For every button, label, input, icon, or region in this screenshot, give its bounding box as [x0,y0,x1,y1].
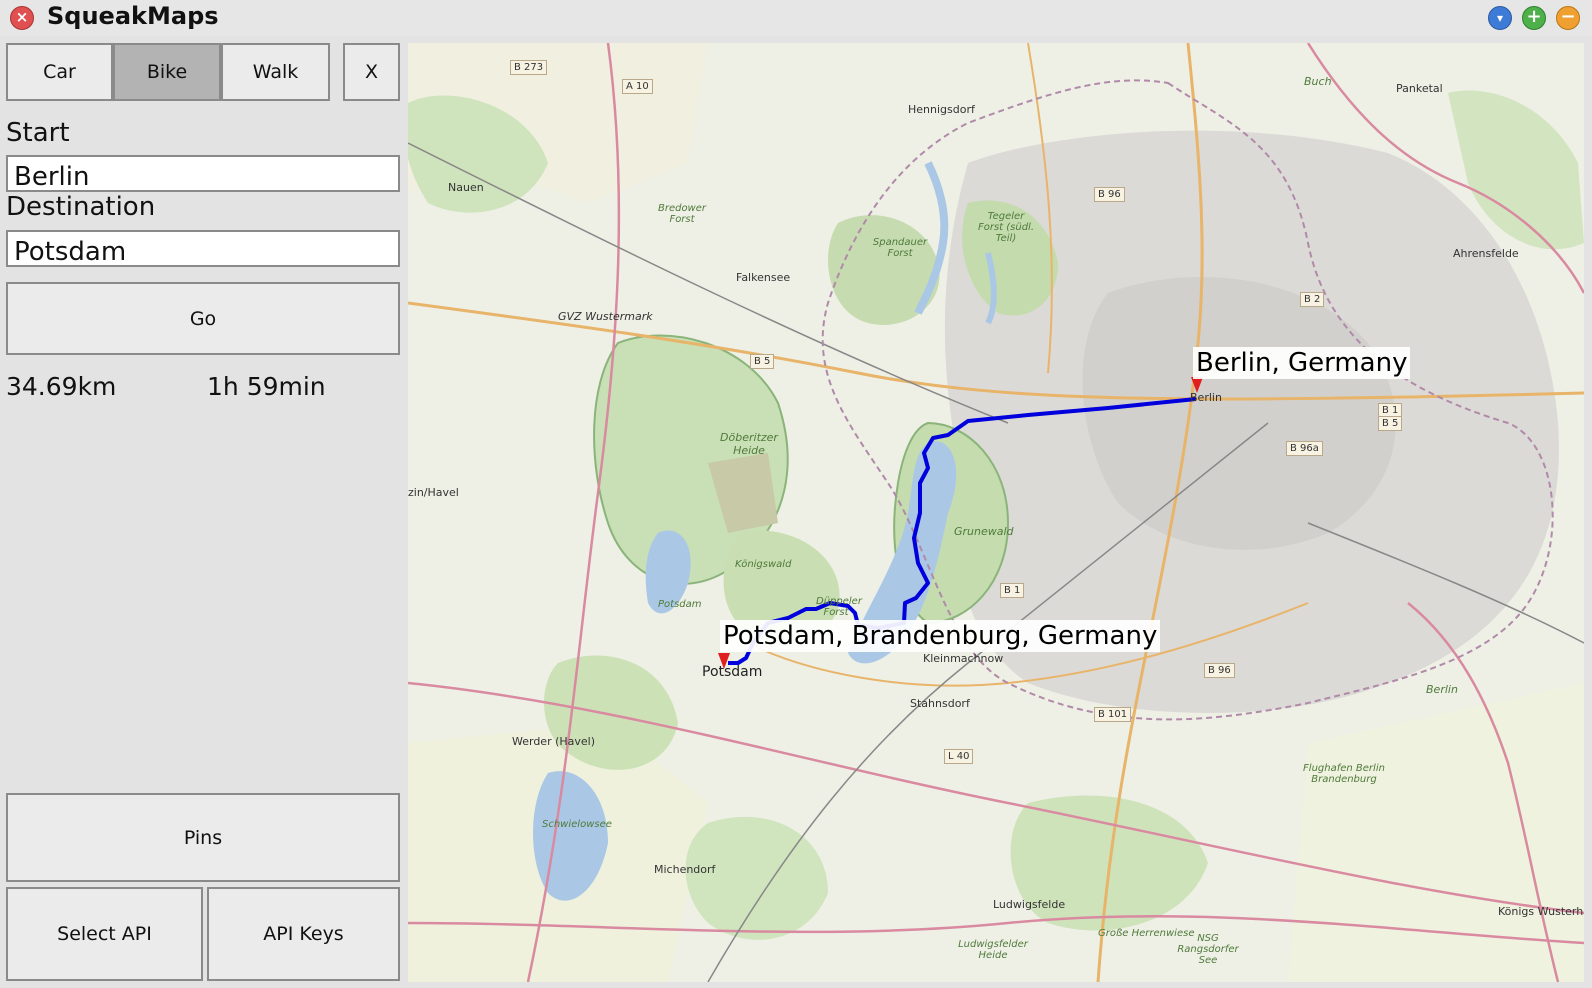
start-input[interactable]: Berlin [6,155,400,192]
destination-label: Destination [6,192,156,222]
mode-car-button[interactable]: Car [6,43,113,101]
map-place-label: Nauen [448,181,484,194]
map-area-label: Königswald [735,559,792,570]
map-place-label: GVZ Wustermark [558,310,653,323]
clear-route-button[interactable]: X [343,43,400,101]
map-place-label: Potsdam [702,664,763,680]
mode-bike-button[interactable]: Bike [113,43,221,101]
window-menu-icon[interactable]: ▾ [1488,6,1512,30]
start-label: Start [6,118,70,148]
map-place-label: Buch [1304,75,1332,88]
collapse-window-icon[interactable]: − [1556,6,1580,30]
map-place-label: Königs Wusterh [1498,905,1584,918]
map-place-label: Panketal [1396,82,1443,95]
berlin-pin-label[interactable]: Berlin, Germany [1193,347,1411,379]
map-place-label: Werder (Havel) [512,735,596,748]
map-area-label: NSG Rangsdorfer See [1177,933,1239,966]
map-place-label: Stahnsdorf [910,697,970,710]
route-distance: 34.69km [6,372,117,401]
map-area-label: Potsdam [658,599,702,610]
map-area-label: Spandauer Forst [872,237,928,259]
map-place-label: Hennigsdorf [908,103,975,116]
road-shield: B 96a [1286,441,1323,456]
map-area-label: Grunewald [954,525,1014,538]
road-shield: B 96 [1204,663,1235,678]
map-place-label: Ludwigsfelde [993,898,1066,911]
map-place-label: Falkensee [736,271,791,284]
close-window-icon[interactable]: × [10,6,34,30]
mode-walk-button[interactable]: Walk [221,43,330,101]
road-shield: B 1 [1000,583,1025,598]
map-view[interactable]: Hennigsdorf Nauen Falkensee Panketal Ahr… [408,43,1584,982]
route-duration: 1h 59min [207,372,326,401]
map-area-label: Ludwigsfelder Heide [958,939,1028,961]
pins-button[interactable]: Pins [6,793,400,882]
title-bar: × SqueakMaps ▾ + − [0,0,1592,36]
map-area-label: Tegeler Forst (südl. Teil) [977,211,1035,244]
potsdam-pin-label[interactable]: Potsdam, Brandenburg, Germany [720,620,1161,652]
destination-input[interactable]: Potsdam [6,230,400,267]
map-area-label: Flughafen Berlin Brandenburg [1303,763,1385,785]
map-place-label: zin/Havel [408,486,459,499]
api-keys-button[interactable]: API Keys [207,887,400,981]
map-area-label: Düppeler Forst [816,596,862,618]
road-shield: B 96 [1094,187,1125,202]
map-place-label: Ahrensfelde [1453,247,1519,260]
app-title: SqueakMaps [47,2,219,30]
road-shield: B 273 [510,60,548,75]
map-place-label: Michendorf [654,863,716,876]
map-place-label: Kleinmachnow [923,652,1004,665]
road-shield: B 5 [750,354,775,369]
select-api-button[interactable]: Select API [6,887,203,981]
road-shield: A 10 [622,79,653,94]
road-shield: B 101 [1094,707,1132,722]
road-shield: B 5 [1378,416,1403,431]
map-area-label: Bredower Forst [657,203,707,225]
map-canvas [408,43,1584,982]
road-shield: B 2 [1300,292,1325,307]
go-button[interactable]: Go [6,282,400,355]
expand-window-icon[interactable]: + [1522,6,1546,30]
map-area-label: Berlin [1426,683,1458,696]
map-place-label: Berlin [1190,391,1222,404]
map-area-label: Schwielowsee [542,819,612,830]
map-area-label: Döberitzer Heide [720,431,778,457]
road-shield: L 40 [944,749,974,764]
